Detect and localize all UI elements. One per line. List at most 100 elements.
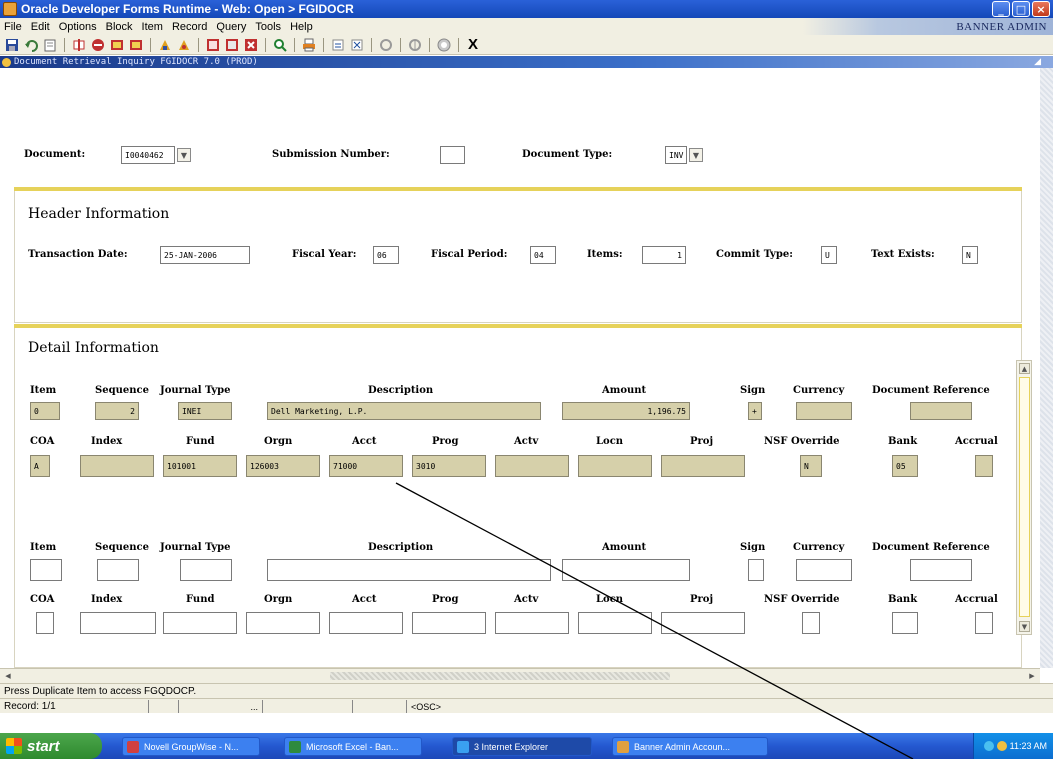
items-field[interactable]: 1 (642, 246, 686, 264)
item-field[interactable]: 0 (30, 402, 60, 420)
proj-field[interactable] (661, 612, 745, 634)
attachment-icon[interactable] (330, 37, 346, 53)
workflow-icon[interactable] (407, 37, 423, 53)
description-field[interactable] (267, 559, 551, 581)
document-field[interactable]: I0040462 (121, 146, 175, 164)
orgn-field[interactable] (246, 612, 320, 634)
execute-query-icon[interactable] (176, 37, 192, 53)
resize-icon[interactable]: ◢ (1034, 57, 1041, 67)
locn-field[interactable] (578, 612, 652, 634)
item-field[interactable] (30, 559, 62, 581)
currency-field[interactable] (796, 402, 852, 420)
actv-field[interactable] (495, 612, 569, 634)
minimize-button[interactable]: _ (992, 1, 1010, 17)
save-icon[interactable] (4, 37, 20, 53)
close-button[interactable]: × (1032, 1, 1050, 17)
sign-field[interactable]: + (748, 402, 762, 420)
sequence-field[interactable] (97, 559, 139, 581)
menu-query[interactable]: Query (216, 21, 246, 33)
remove-record-icon[interactable] (90, 37, 106, 53)
coa-field[interactable]: A (30, 455, 50, 477)
prog-field[interactable] (412, 612, 486, 634)
clock[interactable]: 11:23 AM (1010, 741, 1047, 751)
network-icon[interactable] (983, 741, 994, 751)
nsf-override-field[interactable]: N (800, 455, 822, 477)
prog-field[interactable]: 3010 (412, 455, 486, 477)
menu-edit[interactable]: Edit (31, 21, 50, 33)
security-shield-icon[interactable] (996, 741, 1007, 751)
fund-field[interactable]: 101001 (163, 455, 237, 477)
submission-number-field[interactable] (440, 146, 465, 164)
enter-query-icon[interactable] (157, 37, 173, 53)
taskbar-banner-admin[interactable]: Banner Admin Accoun... (612, 737, 768, 756)
document-dropdown-icon[interactable]: ▼ (177, 148, 191, 162)
window-vertical-scrollbar[interactable] (1040, 68, 1053, 668)
hscroll-thumb[interactable] (330, 672, 670, 680)
next-block-icon[interactable] (128, 37, 144, 53)
text-exists-field[interactable]: N (962, 246, 978, 264)
rollback-icon[interactable] (23, 37, 39, 53)
sign-field[interactable] (748, 559, 764, 581)
locn-field[interactable] (578, 455, 652, 477)
detail-scrollbar[interactable]: ▲ ▼ (1016, 360, 1032, 635)
accrual-field[interactable] (975, 612, 993, 634)
acct-field[interactable] (329, 612, 403, 634)
scroll-thumb[interactable] (1019, 377, 1030, 617)
coa-field[interactable] (36, 612, 54, 634)
window-horizontal-scrollbar[interactable]: ◀ ▶ (0, 668, 1040, 683)
scroll-right-icon[interactable]: ▶ (1026, 670, 1038, 682)
help-icon[interactable] (436, 37, 452, 53)
taskbar-groupwise[interactable]: Novell GroupWise - N... (122, 737, 260, 756)
menu-item[interactable]: Item (142, 21, 163, 33)
menu-options[interactable]: Options (59, 21, 97, 33)
start-button[interactable]: start (0, 733, 102, 759)
scroll-down-icon[interactable]: ▼ (1019, 621, 1030, 632)
window-titlebar[interactable]: Oracle Developer Forms Runtime - Web: Op… (0, 0, 1053, 18)
proj-field[interactable] (661, 455, 745, 477)
commit-type-field[interactable]: U (821, 246, 837, 264)
description-field[interactable]: Dell Marketing, L.P. (267, 402, 541, 420)
document-type-field[interactable]: INV (665, 146, 687, 164)
exit-button[interactable]: X (465, 36, 481, 53)
clear-record-icon[interactable] (243, 37, 259, 53)
print-icon[interactable] (42, 37, 58, 53)
previous-block-icon[interactable] (109, 37, 125, 53)
menu-tools[interactable]: Tools (255, 21, 281, 33)
insert-record-icon[interactable] (71, 37, 87, 53)
index-field[interactable] (80, 612, 156, 634)
document-type-dropdown-icon[interactable]: ▼ (689, 148, 703, 162)
taskbar-excel[interactable]: Microsoft Excel - Ban... (284, 737, 422, 756)
scroll-up-icon[interactable]: ▲ (1019, 363, 1030, 374)
journal-type-field[interactable]: INEI (178, 402, 232, 420)
document-icon[interactable] (349, 37, 365, 53)
next-record-icon[interactable] (224, 37, 240, 53)
doc-ref-field[interactable] (910, 402, 972, 420)
acct-field[interactable]: 71000 (329, 455, 403, 477)
bank-field[interactable]: 05 (892, 455, 918, 477)
menu-help[interactable]: Help (290, 21, 313, 33)
bank-field[interactable] (892, 612, 918, 634)
menu-file[interactable]: File (4, 21, 22, 33)
amount-field[interactable]: 1,196.75 (562, 402, 690, 420)
index-field[interactable] (80, 455, 154, 477)
fiscal-year-field[interactable]: 06 (373, 246, 399, 264)
maximize-button[interactable]: □ (1012, 1, 1030, 17)
actv-field[interactable] (495, 455, 569, 477)
menu-record[interactable]: Record (172, 21, 207, 33)
printer-icon[interactable] (301, 37, 317, 53)
search-icon[interactable] (272, 37, 288, 53)
fund-field[interactable] (163, 612, 237, 634)
transaction-date-field[interactable]: 25-JAN-2006 (160, 246, 250, 264)
journal-type-field[interactable] (180, 559, 232, 581)
tree-icon[interactable] (378, 37, 394, 53)
accrual-field[interactable] (975, 455, 993, 477)
previous-record-icon[interactable] (205, 37, 221, 53)
currency-field[interactable] (796, 559, 852, 581)
nsf-override-field[interactable] (802, 612, 820, 634)
taskbar-internet-explorer[interactable]: 3 Internet Explorer (452, 737, 592, 756)
scroll-left-icon[interactable]: ◀ (2, 670, 14, 682)
orgn-field[interactable]: 126003 (246, 455, 320, 477)
fiscal-period-field[interactable]: 04 (530, 246, 556, 264)
amount-field[interactable] (562, 559, 690, 581)
doc-ref-field[interactable] (910, 559, 972, 581)
